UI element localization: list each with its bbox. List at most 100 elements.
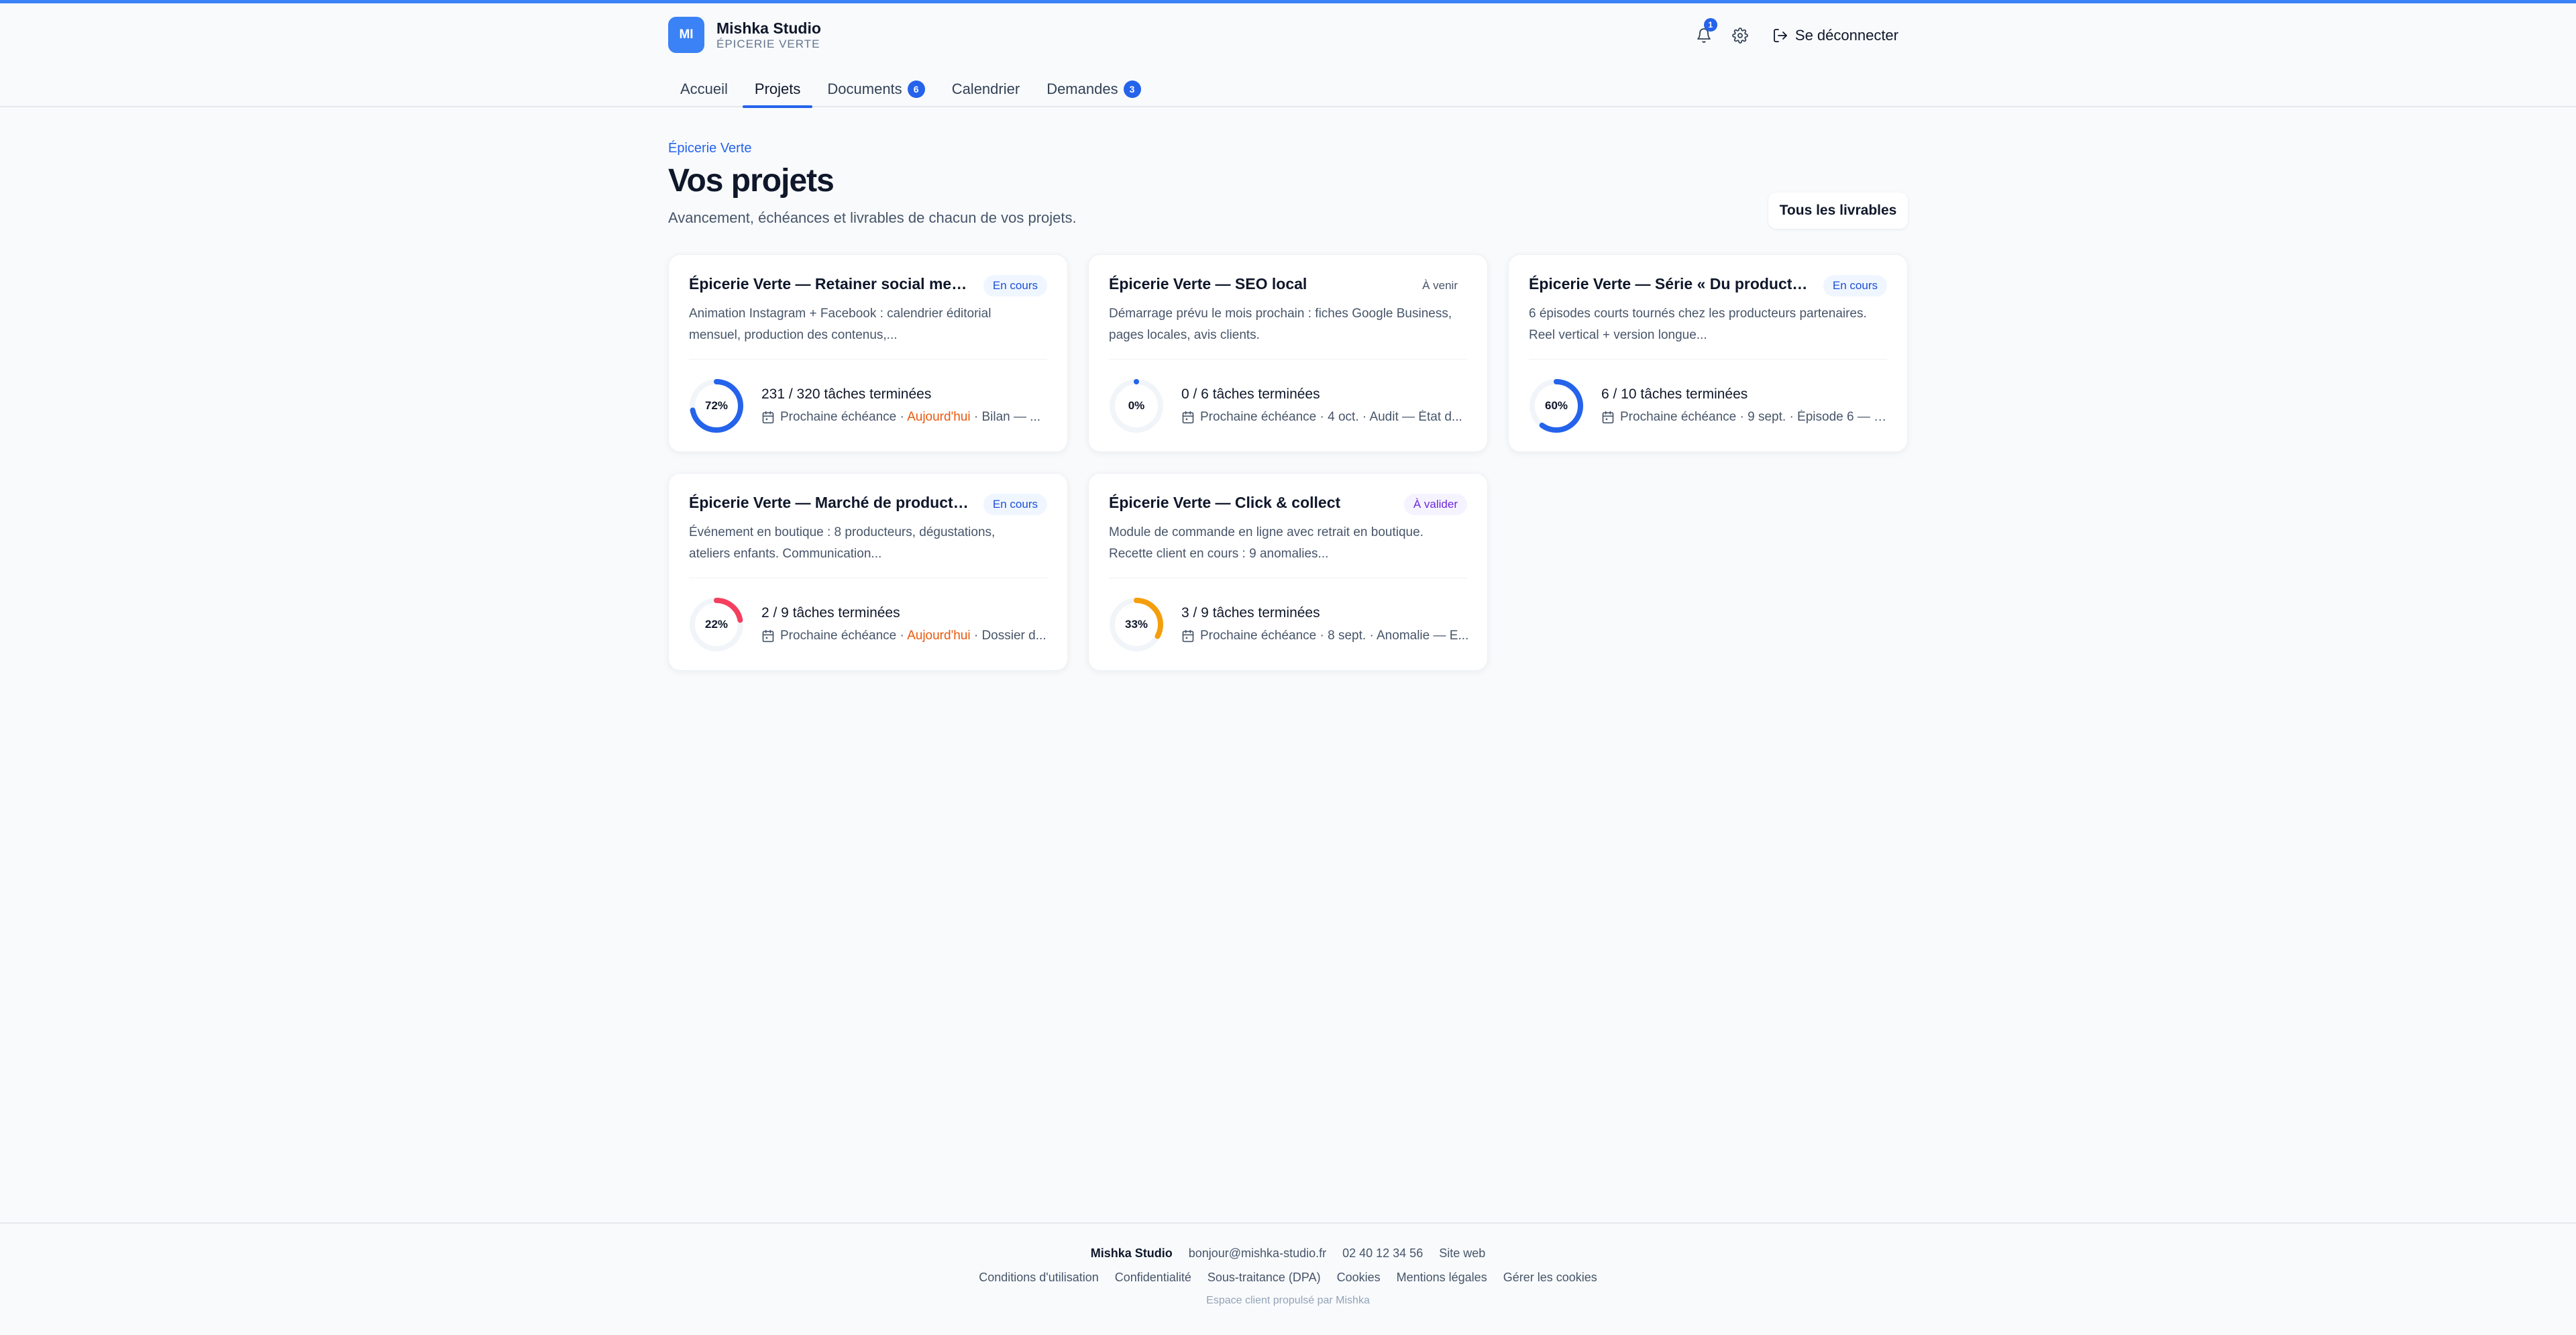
progress-percent: 60%	[1544, 399, 1568, 412]
deadline-item: · Audit — État d...	[1358, 410, 1462, 424]
notification-badge: 1	[1703, 18, 1717, 32]
avatar: MI	[668, 17, 704, 53]
card-divider	[1529, 359, 1887, 360]
project-description: Événement en boutique : 8 producteurs, d…	[689, 525, 996, 561]
deadline-prefix: Prochaine échéance ·	[780, 629, 908, 643]
tasks-count: 2 / 9 tâches terminées	[761, 605, 900, 621]
notifications-button[interactable]: 1	[1690, 18, 1717, 49]
footer-link-cookies[interactable]: Cookies	[1337, 1271, 1381, 1285]
brand-text: Mishka Studio ÉPICERIE VERTE	[716, 19, 821, 51]
project-card[interactable]: Épicerie Verte — Marché de producteu... E…	[668, 473, 1068, 671]
deadline-prefix: Prochaine échéance ·	[1200, 410, 1328, 424]
progress-percent: 33%	[1124, 618, 1148, 631]
tab-demandes[interactable]: Demandes 3	[1034, 70, 1152, 107]
deadline-item: · Épisode 6 — P...	[1786, 410, 1890, 424]
brand[interactable]: MI Mishka Studio ÉPICERIE VERTE	[668, 17, 821, 53]
card-divider	[689, 359, 1047, 360]
logout-label: Se déconnecter	[1794, 27, 1898, 44]
deadline-date: Aujourd'hui	[907, 410, 971, 424]
footer-legal-links: Conditions d'utilisation Confidentialité…	[0, 1271, 2576, 1285]
tab-documents[interactable]: Documents 6	[815, 70, 936, 107]
main-nav: Accueil Projets Documents 6 Calendrier De…	[668, 70, 1156, 108]
gear-icon	[1732, 28, 1748, 44]
footer-link-legal[interactable]: Mentions légales	[1397, 1271, 1487, 1285]
tasks-count: 231 / 320 tâches terminées	[761, 386, 932, 402]
next-deadline: Prochaine échéance · 9 sept. · Épisode 6…	[1601, 410, 1890, 425]
footer-link-manage-cookies[interactable]: Gérer les cookies	[1503, 1271, 1597, 1285]
next-deadline: Prochaine échéance · Aujourd'hui · Bilan…	[761, 410, 1050, 425]
project-card[interactable]: Épicerie Verte — SEO local À venir Démarra…	[1088, 254, 1488, 452]
progress-percent: 22%	[704, 618, 729, 631]
deadline-prefix: Prochaine échéance ·	[1620, 410, 1748, 424]
project-title[interactable]: Épicerie Verte — Marché de producteu...	[689, 494, 971, 512]
footer-phone[interactable]: 02 40 12 34 56	[1342, 1246, 1423, 1261]
deadline-text: Prochaine échéance · Aujourd'hui · Dossi…	[780, 629, 1046, 643]
project-description: Animation Instagram + Facebook : calendr…	[689, 307, 991, 342]
project-title[interactable]: Épicerie Verte — Série « Du producteur..…	[1529, 275, 1811, 293]
logout-button[interactable]: Se déconnecter	[1772, 27, 1898, 44]
footer-link-terms[interactable]: Conditions d'utilisation	[979, 1271, 1099, 1285]
tasks-count: 0 / 6 tâches terminées	[1181, 386, 1320, 402]
deadline-prefix: Prochaine échéance ·	[780, 410, 908, 424]
status-badge: En cours	[1823, 275, 1887, 297]
client-name: ÉPICERIE VERTE	[716, 38, 820, 50]
project-title[interactable]: Épicerie Verte — Retainer social media	[689, 275, 971, 293]
footer-powered-by: Espace client propulsé par Mishka	[1206, 1295, 1370, 1306]
deadline-date: 4 oct.	[1328, 410, 1359, 424]
app-header: MI Mishka Studio ÉPICERIE VERTE 1 Se déc…	[0, 3, 2576, 108]
next-deadline: Prochaine échéance · 4 oct. · Audit — Ét…	[1181, 410, 1470, 425]
calendar-icon	[1182, 629, 1194, 643]
calendar-icon	[762, 629, 774, 643]
calendar-icon	[1182, 411, 1194, 424]
tab-accueil[interactable]: Accueil	[668, 70, 740, 107]
deadline-item: · Dossier d...	[970, 629, 1046, 643]
status-badge: À valider	[1403, 494, 1467, 515]
project-card[interactable]: Épicerie Verte — Retainer social media En…	[668, 254, 1068, 452]
next-deadline: Prochaine échéance · 8 sept. · Anomalie …	[1181, 629, 1470, 643]
deadline-date: Aujourd'hui	[907, 629, 971, 643]
project-description: Module de commande en ligne avec retrait…	[1109, 525, 1424, 561]
footer-company: Mishka Studio	[1090, 1246, 1173, 1260]
project-title[interactable]: Épicerie Verte — Click & collect	[1109, 494, 1391, 512]
project-description: 6 épisodes courts tournés chez les produ…	[1529, 307, 1867, 342]
deadline-item: · Anomalie — E...	[1366, 629, 1469, 643]
footer-email-link[interactable]: bonjour@mishka-studio.fr	[1189, 1246, 1326, 1261]
settings-button[interactable]	[1727, 22, 1754, 49]
page-subtitle: Avancement, échéances et livrables de ch…	[668, 209, 1077, 226]
progress-percent: 0%	[1128, 399, 1145, 412]
breadcrumb[interactable]: Épicerie Verte	[668, 141, 752, 156]
page-title: Vos projets	[668, 163, 835, 199]
tab-label: Accueil	[680, 80, 728, 97]
project-card[interactable]: Épicerie Verte — Click & collect À valide…	[1088, 473, 1488, 671]
calendar-icon	[1602, 411, 1614, 424]
status-badge: À venir	[1422, 279, 1458, 292]
deadline-date: 8 sept.	[1328, 629, 1366, 643]
tab-projets[interactable]: Projets	[742, 70, 813, 108]
tab-label: Calendrier	[951, 80, 1020, 97]
tab-label: Projets	[754, 80, 801, 97]
deadline-text: Prochaine échéance · 9 sept. · Épisode 6…	[1620, 410, 1890, 425]
all-deliverables-button[interactable]: Tous les livrables	[1768, 193, 1908, 229]
header-actions: 1 Se déconnecter	[1681, 18, 1898, 49]
calendar-icon	[762, 411, 774, 424]
tab-calendrier[interactable]: Calendrier	[940, 70, 1032, 107]
project-title[interactable]: Épicerie Verte — SEO local	[1109, 275, 1391, 293]
status-badge: En cours	[983, 494, 1047, 515]
deadline-date: 9 sept.	[1748, 410, 1786, 424]
documents-count-badge: 6	[907, 80, 925, 98]
logout-icon	[1773, 29, 1787, 42]
footer-contact: Mishka Studio bonjour@mishka-studio.fr 0…	[0, 1246, 2576, 1261]
deadline-text: Prochaine échéance · Aujourd'hui · Bilan…	[780, 410, 1040, 425]
tasks-count: 6 / 10 tâches terminées	[1601, 386, 1748, 402]
deadline-text: Prochaine échéance · 8 sept. · Anomalie …	[1200, 629, 1468, 643]
status-badge: En cours	[983, 275, 1047, 297]
project-card[interactable]: Épicerie Verte — Série « Du producteur..…	[1508, 254, 1908, 452]
tab-label: Documents	[827, 80, 902, 97]
footer-link-dpa[interactable]: Sous-traitance (DPA)	[1208, 1271, 1321, 1285]
deadline-item: · Bilan — ...	[970, 410, 1041, 424]
footer-link-privacy[interactable]: Confidentialité	[1115, 1271, 1191, 1285]
deadline-text: Prochaine échéance · 4 oct. · Audit — Ét…	[1200, 410, 1462, 425]
footer-website-link[interactable]: Site web	[1439, 1246, 1485, 1261]
progress-percent: 72%	[704, 399, 729, 412]
project-description: Démarrage prévu le mois prochain : fiche…	[1109, 307, 1452, 342]
